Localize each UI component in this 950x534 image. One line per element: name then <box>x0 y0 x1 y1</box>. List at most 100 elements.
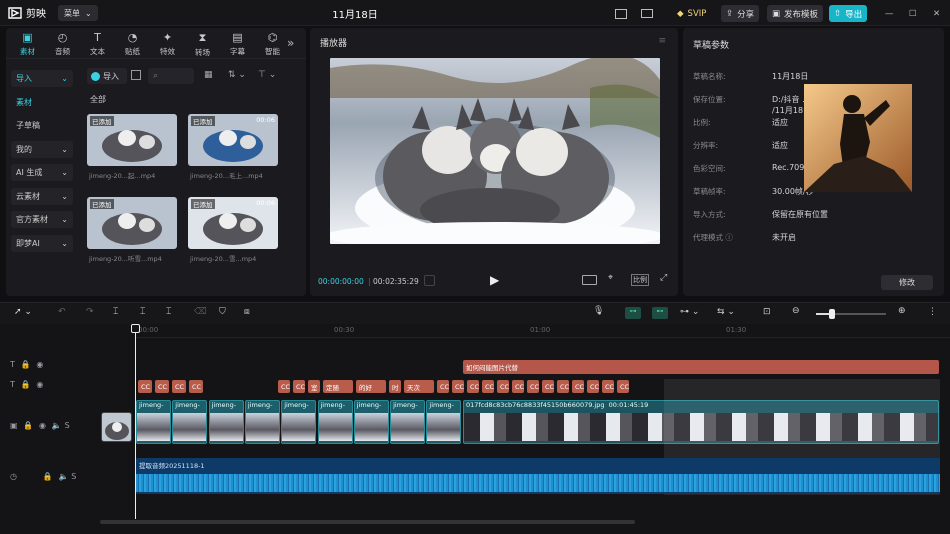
video-clip[interactable]: jimeng- <box>136 400 171 444</box>
minimize-button[interactable]: — <box>880 5 899 22</box>
select-tool-icon[interactable]: ➚ ⌄ <box>14 307 32 317</box>
video-clip[interactable]: jimeng- <box>244 400 280 444</box>
tab-sticker[interactable]: ◔ 贴纸 <box>115 30 150 58</box>
player-menu-icon[interactable]: ≡ <box>658 36 666 46</box>
caption-chip[interactable]: CC <box>587 380 599 393</box>
video-clip[interactable]: jimeng- <box>281 400 317 444</box>
video-clip[interactable]: jimeng- <box>426 400 462 444</box>
tab-media[interactable]: ▣ 素材 <box>10 30 45 58</box>
caption-chip[interactable]: CC <box>437 380 449 393</box>
caption-chip[interactable]: CC <box>172 380 186 393</box>
video-clip[interactable]: jimeng- <box>353 400 389 444</box>
layout-button[interactable] <box>610 5 632 22</box>
caption-chip[interactable]: CC <box>527 380 539 393</box>
ratio-button[interactable]: 比例 <box>631 274 649 286</box>
tab-transition[interactable]: ⧗ 转场 <box>185 30 220 58</box>
audio-clip[interactable]: 提取音频20251118-1 <box>136 458 940 494</box>
screen-button[interactable] <box>636 5 658 22</box>
caption-chip[interactable]: CC <box>512 380 524 393</box>
media-thumbnail[interactable]: 已添加 00:06 <box>188 197 278 249</box>
search-input[interactable]: ⌕ <box>148 68 194 84</box>
speaker-icon[interactable]: 🔈 <box>58 472 68 481</box>
caption-chip[interactable]: CC <box>155 380 169 393</box>
caption-chip[interactable]: CC <box>617 380 629 393</box>
timecode-toggle[interactable] <box>424 275 435 286</box>
caption-chip[interactable]: CC <box>189 380 203 393</box>
caption-chip[interactable]: CC <box>452 380 464 393</box>
delete-icon[interactable]: ⌫ <box>194 307 207 317</box>
publish-template-button[interactable]: ▣ 发布模板 <box>767 5 824 22</box>
lock-icon[interactable]: 🔒 <box>21 360 31 369</box>
lock-icon[interactable]: 🔒 <box>43 472 53 481</box>
side-nav-item[interactable]: AI 生成 ⌄ <box>11 164 73 181</box>
more-tabs-icon[interactable]: » <box>287 36 294 50</box>
video-clip[interactable]: jimeng- <box>172 400 208 444</box>
speaker-icon[interactable]: 🔈 <box>52 421 62 430</box>
side-nav-item[interactable]: 云素材 ⌄ <box>11 187 73 205</box>
more-options-icon[interactable]: ⋮ <box>928 307 937 317</box>
preview-axis-icon[interactable]: ⇆ ⌄ <box>717 307 735 317</box>
caption-chip[interactable]: CC <box>542 380 554 393</box>
svip-badge[interactable]: ◆ SVIP <box>672 5 711 22</box>
caption-chip[interactable]: CC <box>138 380 152 393</box>
caption-chip[interactable]: CC <box>572 380 584 393</box>
cover-thumbnail[interactable] <box>101 412 132 442</box>
caption-chip[interactable]: CC <box>278 380 290 393</box>
shield-icon[interactable]: ⛉ <box>219 307 226 317</box>
side-nav-item[interactable]: 我的 ⌄ <box>11 140 73 158</box>
text-clip-main[interactable]: 如何闷能图片代替 <box>463 360 939 374</box>
screenshot-icon[interactable]: ⧈ <box>244 307 250 317</box>
side-nav-item[interactable]: 素材 <box>11 94 73 111</box>
export-button[interactable]: ⇧ 导出 <box>829 5 868 22</box>
link-icon[interactable]: ⊶ ⌄ <box>680 307 699 317</box>
caption-chip[interactable]: 室 <box>308 380 320 393</box>
video-clip[interactable]: jimeng- <box>317 400 353 444</box>
auto-snap-icon[interactable]: ⊷ <box>652 307 668 319</box>
video-clip[interactable]: jimeng- <box>390 400 426 444</box>
solo-icon[interactable]: S <box>71 472 76 481</box>
split-left-icon[interactable]: ⌶ <box>140 307 145 317</box>
eye-icon[interactable]: ◉ <box>39 421 46 430</box>
playhead-handle[interactable] <box>131 324 140 333</box>
tab-text[interactable]: T 文本 <box>80 30 115 58</box>
playhead[interactable] <box>135 324 136 519</box>
cover-image[interactable] <box>804 84 912 192</box>
microphone-icon[interactable]: 🎙 <box>593 306 604 316</box>
import-button[interactable]: 导入 <box>87 68 127 84</box>
caption-chip[interactable]: 的好 <box>356 380 386 393</box>
caption-chip[interactable]: 定随 <box>323 380 353 393</box>
timeline-scrollbar[interactable] <box>100 520 635 524</box>
solo-icon[interactable]: S <box>65 421 70 430</box>
side-nav-item[interactable]: 官方素材 ⌄ <box>11 211 73 228</box>
zoom-in-icon[interactable]: ⊕ <box>898 306 906 316</box>
caption-chip[interactable]: CC <box>497 380 509 393</box>
media-thumbnail[interactable]: 已添加 <box>87 197 177 249</box>
tab-audio[interactable]: ◴ 音频 <box>45 30 80 58</box>
caption-chip[interactable]: CC <box>467 380 479 393</box>
type-filter-icon[interactable]: ⊤ ⌄ <box>258 70 276 80</box>
video-preview[interactable] <box>330 58 660 244</box>
fullframe-button[interactable] <box>582 275 597 285</box>
lock-icon[interactable]: 🔒 <box>23 421 33 430</box>
zoom-out-icon[interactable]: ⊖ <box>792 306 800 316</box>
side-nav-item[interactable]: 导入 ⌄ <box>11 70 73 87</box>
eye-icon[interactable]: ◉ <box>36 360 43 369</box>
lock-icon[interactable]: 🔒 <box>21 380 31 389</box>
tab-caption[interactable]: ▤ 字幕 <box>220 30 255 58</box>
fullscreen-icon[interactable]: ⤢ <box>660 273 667 283</box>
caption-chip[interactable]: CC <box>482 380 494 393</box>
maximize-button[interactable]: ☐ <box>904 5 922 22</box>
media-thumbnail[interactable]: 已添加 <box>87 114 177 166</box>
caption-chip[interactable]: 时 <box>389 380 401 393</box>
tab-effects[interactable]: ✦ 特效 <box>150 30 185 58</box>
time-ruler[interactable]: 00:00 00:30 01:00 01:30 <box>136 324 950 338</box>
tab-smart[interactable]: ⌬ 智能 <box>255 30 290 58</box>
fit-timeline-icon[interactable]: ⊡ <box>763 307 771 317</box>
timeline[interactable]: 00:00 00:30 01:00 01:30 T 🔒 ◉ T 🔒 ◉ ▣ 🔒 ◉ 🔈… <box>0 324 950 534</box>
filter-icon[interactable]: ▦ <box>204 70 213 80</box>
eye-icon[interactable]: ◉ <box>36 380 43 389</box>
split-icon[interactable]: ⌶ <box>113 307 118 317</box>
caption-chip[interactable]: CC <box>557 380 569 393</box>
main-track-magnet-icon[interactable]: ⊶ <box>625 307 641 319</box>
split-right-icon[interactable]: ⌶ <box>166 307 171 317</box>
